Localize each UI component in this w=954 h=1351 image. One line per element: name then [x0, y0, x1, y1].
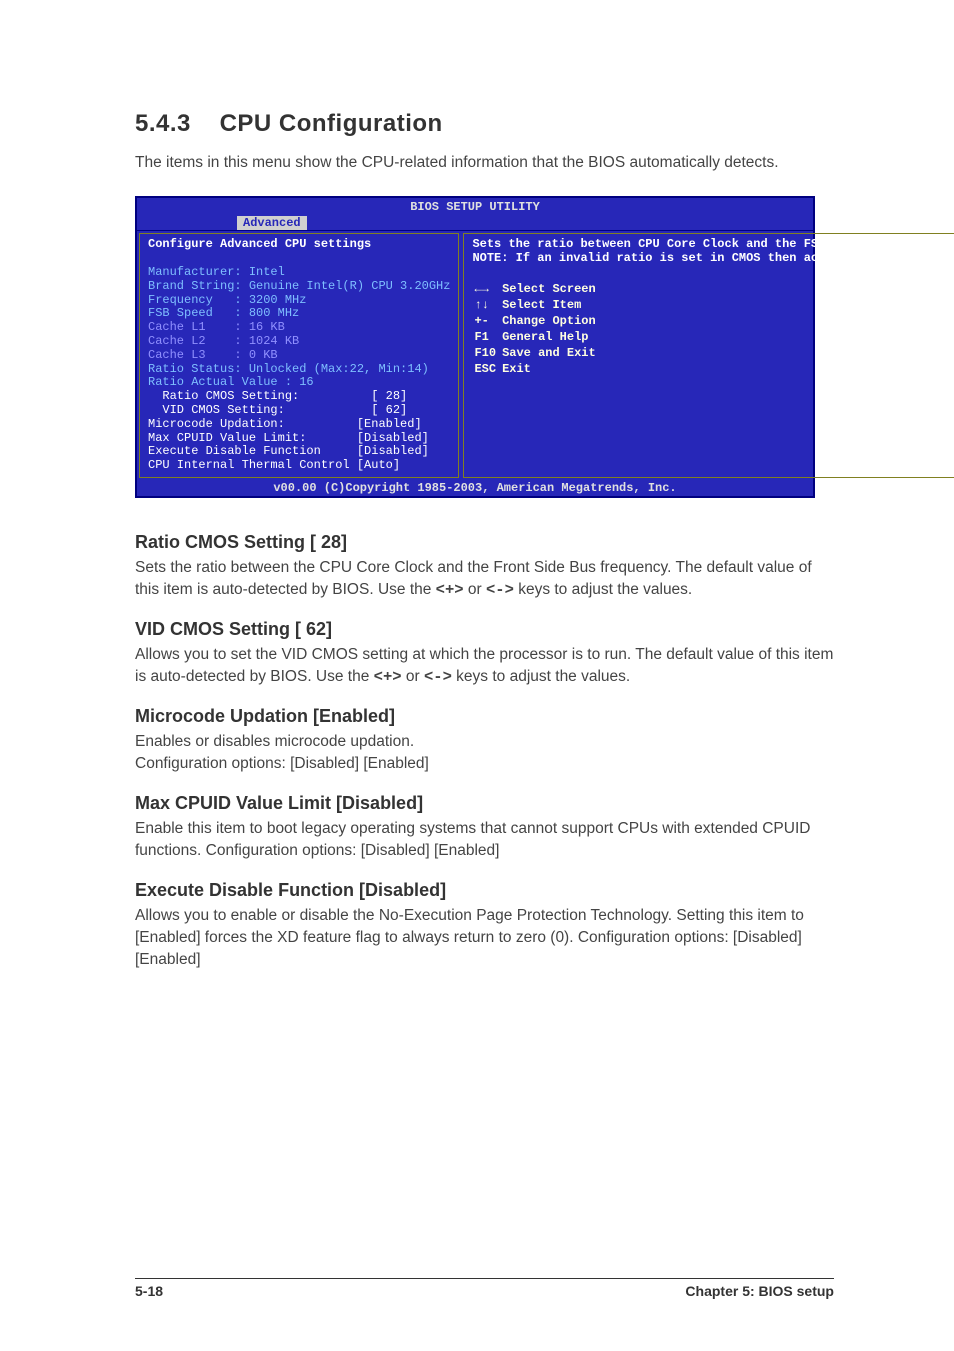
bios-setting-xd[interactable]: Execute Disable Function [Disabled] [148, 444, 429, 458]
bios-tabrow: Advanced [137, 214, 813, 230]
bios-info-ratio-status: Ratio Status: Unlocked (Max:22, Min:14) [148, 362, 429, 376]
bios-setting-thermal[interactable]: CPU Internal Thermal Control [Auto] [148, 458, 400, 472]
bios-nav-row: F10Save and Exit [474, 346, 599, 360]
bios-setting-microcode[interactable]: Microcode Updation: [Enabled] [148, 417, 422, 431]
key-plus: <+> [436, 581, 464, 599]
heading-max-cpuid: Max CPUID Value Limit [Disabled] [135, 793, 834, 814]
bios-nav-row: ↑↓Select Item [474, 298, 599, 312]
bios-nav-row: ESCExit [474, 362, 599, 376]
bios-left-pane: Configure Advanced CPU settings Manufact… [139, 233, 459, 478]
para-ratio-cmos: Sets the ratio between the CPU Core Cloc… [135, 557, 834, 601]
bios-info-l2: Cache L2 : 1024 KB [148, 334, 299, 348]
bios-nav-row: F1General Help [474, 330, 599, 344]
section-heading: 5.4.3 CPU Configuration [135, 110, 834, 138]
bios-info-frequency: Frequency : 3200 MHz [148, 293, 306, 307]
bios-screenshot: BIOS SETUP UTILITY Advanced Configure Ad… [135, 196, 815, 498]
heading-xd: Execute Disable Function [Disabled] [135, 880, 834, 901]
heading-vid-cmos: VID CMOS Setting [ 62] [135, 619, 834, 640]
bios-nav-keys: ←→Select Screen ↑↓Select Item +-Change O… [472, 280, 601, 378]
heading-microcode: Microcode Updation [Enabled] [135, 706, 834, 727]
chapter-label: Chapter 5: BIOS setup [685, 1283, 834, 1299]
bios-right-pane: Sets the ratio between CPU Core Clock an… [463, 233, 954, 478]
bios-info-l3: Cache L3 : 0 KB [148, 348, 278, 362]
bios-help-text: Sets the ratio between CPU Core Clock an… [472, 238, 954, 266]
para-max-cpuid: Enable this item to boot legacy operatin… [135, 818, 834, 862]
para-xd: Allows you to enable or disable the No-E… [135, 905, 834, 971]
section-number: 5.4.3 [135, 110, 191, 137]
page-footer: 5-18 Chapter 5: BIOS setup [135, 1278, 834, 1299]
bios-info-manufacturer: Manufacturer: Intel [148, 265, 285, 279]
section-title: CPU Configuration [220, 110, 443, 137]
heading-ratio-cmos: Ratio CMOS Setting [ 28] [135, 532, 834, 553]
bios-nav-row: ←→Select Screen [474, 282, 599, 296]
bios-info-fsb: FSB Speed : 800 MHz [148, 306, 299, 320]
bios-copyright: v00.00 (C)Copyright 1985-2003, American … [137, 480, 813, 496]
bios-setting-vid-cmos[interactable]: VID CMOS Setting: [ 62] [148, 403, 407, 417]
bios-info-ratio-actual: Ratio Actual Value : 16 [148, 375, 314, 389]
key-minus: <-> [486, 581, 514, 599]
bios-info-brand: Brand String: Genuine Intel(R) CPU 3.20G… [148, 279, 450, 293]
page-number: 5-18 [135, 1283, 163, 1299]
para-microcode: Enables or disables microcode updation. … [135, 731, 834, 775]
key-plus: <+> [374, 668, 402, 686]
bios-left-heading: Configure Advanced CPU settings [148, 237, 371, 251]
bios-setting-max-cpuid[interactable]: Max CPUID Value Limit: [Disabled] [148, 431, 429, 445]
bios-tab-advanced[interactable]: Advanced [237, 216, 307, 230]
section-intro: The items in this menu show the CPU-rela… [135, 152, 834, 174]
key-minus: <-> [424, 668, 452, 686]
bios-setting-ratio-cmos[interactable]: Ratio CMOS Setting: [ 28] [148, 389, 407, 403]
bios-info-l1: Cache L1 : 16 KB [148, 320, 285, 334]
bios-nav-row: +-Change Option [474, 314, 599, 328]
bios-title: BIOS SETUP UTILITY [137, 198, 813, 214]
para-vid-cmos: Allows you to set the VID CMOS setting a… [135, 644, 834, 688]
